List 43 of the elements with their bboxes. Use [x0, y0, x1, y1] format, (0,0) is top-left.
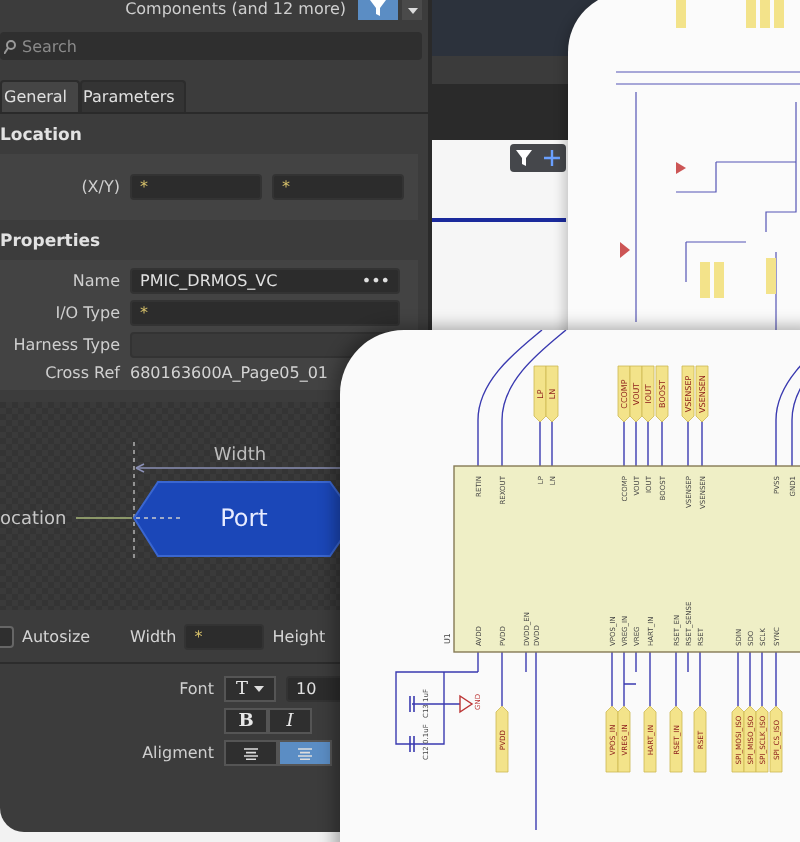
- align-button[interactable]: [224, 740, 278, 766]
- width-field[interactable]: *: [184, 623, 265, 649]
- field-label: Width: [130, 627, 177, 645]
- section-heading: Properties: [0, 232, 103, 252]
- field-label: (X/Y): [79, 178, 120, 196]
- align-icon: [298, 747, 312, 759]
- field-label: Font: [177, 680, 214, 698]
- text-field[interactable]: *: [130, 300, 400, 326]
- field-value: 680163600A_Page05_01: [130, 364, 329, 382]
- width-label: Width: [213, 446, 267, 466]
- style-button[interactable]: I: [268, 708, 312, 734]
- search-icon: [4, 40, 16, 54]
- field-label: I/O Type: [53, 304, 120, 322]
- field-label: Aligment: [140, 744, 214, 762]
- caret-icon: [407, 7, 417, 13]
- field-label: Cross Ref: [43, 364, 120, 382]
- align-button[interactable]: [278, 740, 332, 766]
- font-dropdown[interactable]: T: [224, 676, 276, 702]
- filter-icon: [370, 0, 386, 16]
- caret-icon: [254, 686, 264, 692]
- tab[interactable]: General: [0, 80, 80, 112]
- y-field[interactable]: *: [272, 174, 404, 200]
- x-field[interactable]: *: [130, 174, 262, 200]
- tab[interactable]: Parameters: [79, 80, 187, 112]
- location-label: ocation: [0, 510, 67, 530]
- filter-icon[interactable]: [516, 150, 532, 166]
- dropdown-button[interactable]: [402, 0, 422, 20]
- field-label: Name: [70, 272, 120, 290]
- plus-icon[interactable]: [544, 150, 560, 166]
- panel-title: Components (and 12 more): [125, 0, 346, 20]
- search-field[interactable]: Search: [0, 32, 422, 60]
- section-heading: Location: [0, 126, 84, 146]
- text-field[interactable]: PMIC_DRMOS_VC •••: [130, 268, 400, 294]
- filter-button[interactable]: [358, 0, 398, 20]
- style-button[interactable]: B: [224, 708, 268, 734]
- location-line: [75, 517, 133, 519]
- field-label: Harness Type: [11, 336, 120, 354]
- ground-icon: [459, 694, 474, 714]
- align-icon: [244, 747, 258, 759]
- field-label: Height: [272, 627, 326, 645]
- checkbox-label: Autosize: [22, 627, 93, 645]
- capacitor-icon: [409, 695, 415, 753]
- autosize-checkbox[interactable]: [0, 625, 14, 647]
